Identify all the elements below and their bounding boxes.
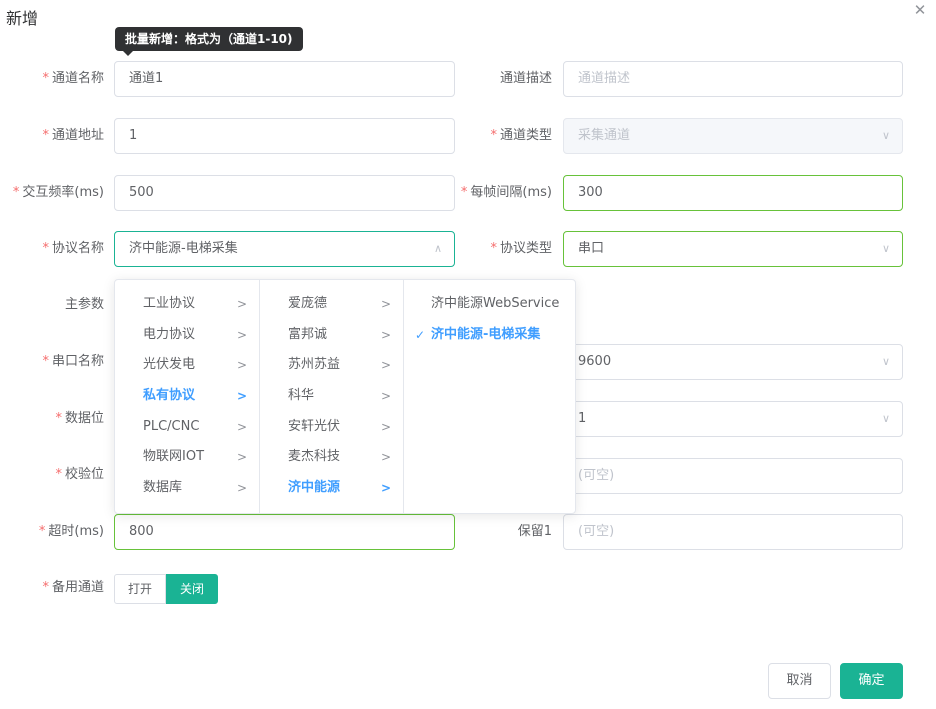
- batch-add-tooltip: 批量新增：格式为（通道1-10): [115, 27, 303, 56]
- serial-name-label: * 串口名称: [42, 354, 104, 369]
- chevron-right-icon: >: [380, 358, 391, 373]
- backup-on-button[interactable]: 打开: [114, 574, 167, 604]
- protocol-type-label: * 协议类型: [490, 241, 552, 256]
- chevron-right-icon: >: [236, 297, 247, 311]
- channel-name-label: * 通道名称: [42, 71, 104, 86]
- cascader-menu-protocol: 济中能源WebService ✓ 济中能源-电梯采集: [404, 280, 575, 513]
- frame-gap-label: * 每帧间隔(ms): [460, 185, 552, 200]
- cascader-item[interactable]: 电力协议 >: [115, 320, 259, 351]
- backup-off-button[interactable]: 关闭: [166, 574, 219, 604]
- chevron-right-icon: >: [236, 481, 247, 496]
- cascader-item[interactable]: 安轩光伏 >: [260, 412, 403, 443]
- chevron-down-icon: ∨: [881, 129, 891, 142]
- cascader-item[interactable]: 光伏发电 >: [115, 350, 259, 381]
- main-param-label: 主参数: [64, 297, 104, 312]
- backup-channel-toggle: 打开 关闭: [114, 574, 219, 604]
- cascader-item[interactable]: 济中能源WebService: [404, 289, 575, 320]
- cascader-item[interactable]: 数据库 >: [115, 473, 259, 504]
- chevron-right-icon: >: [236, 327, 247, 342]
- frame-gap-input[interactable]: 300: [563, 175, 903, 211]
- cascader-item[interactable]: 苏州苏益 >: [260, 350, 403, 381]
- chevron-down-icon: ∨: [881, 242, 891, 255]
- dialog-title: 新增: [6, 9, 39, 28]
- channel-type-select: 采集通道 ∨: [563, 118, 903, 154]
- chevron-right-icon: >: [236, 419, 247, 434]
- protocol-name-select[interactable]: 济中能源-电梯采集 ∧: [114, 231, 455, 267]
- chevron-right-icon: >: [380, 481, 391, 496]
- cascader-item[interactable]: PLC/CNC >: [115, 412, 259, 443]
- cascader-item[interactable]: 科华 >: [260, 381, 403, 412]
- chevron-right-icon: >: [236, 389, 247, 404]
- protocol-cascader-dropdown: 工业协议 > 电力协议 > 光伏发电 > 私有协议 > PLC/CNC > 物联网IOT >…: [114, 279, 576, 514]
- channel-addr-label: * 通道地址: [42, 128, 104, 143]
- channel-addr-input[interactable]: 1: [114, 118, 455, 154]
- reserved0-input[interactable]: (可空): [563, 458, 903, 494]
- backup-channel-label: * 备用通道: [42, 580, 104, 595]
- interval-label: * 交互频率(ms): [12, 185, 104, 200]
- chevron-right-icon: >: [380, 327, 391, 342]
- cascader-item-active[interactable]: 私有协议 >: [115, 381, 259, 412]
- cascader-item[interactable]: 爱庞德 >: [260, 289, 403, 320]
- cascader-item[interactable]: 工业协议 >: [115, 289, 259, 320]
- cascader-menu-vendor: 爱庞德 > 富邦诚 > 苏州苏益 > 科华 > 安轩光伏 > 麦杰科技 > 济中能源 >: [260, 280, 404, 513]
- reserved1-label: 保留1: [517, 524, 552, 539]
- channel-desc-input[interactable]: 通道描述: [563, 61, 903, 97]
- chevron-down-icon: ∨: [881, 412, 891, 425]
- channel-desc-label: 通道描述: [499, 71, 552, 86]
- parity-label: * 校验位: [55, 467, 104, 482]
- chevron-right-icon: >: [380, 297, 391, 311]
- protocol-type-select[interactable]: 串口 ∨: [563, 231, 903, 267]
- confirm-button[interactable]: 确定: [840, 663, 903, 699]
- timeout-label: * 超时(ms): [38, 524, 104, 539]
- channel-type-label: * 通道类型: [490, 128, 552, 143]
- chevron-right-icon: >: [236, 358, 247, 373]
- cascader-item[interactable]: 富邦诚 >: [260, 320, 403, 351]
- close-icon[interactable]: ✕: [912, 2, 928, 18]
- data-bits-label: * 数据位: [55, 411, 104, 426]
- chevron-up-icon: ∧: [433, 242, 443, 255]
- chevron-right-icon: >: [380, 389, 391, 404]
- chevron-right-icon: >: [380, 450, 391, 465]
- stop-bits-select[interactable]: 1 ∨: [563, 401, 903, 437]
- cascader-item-selected[interactable]: ✓ 济中能源-电梯采集: [404, 320, 575, 351]
- cascader-item[interactable]: 物联网IOT >: [115, 442, 259, 473]
- timeout-input[interactable]: 800: [114, 514, 455, 550]
- chevron-down-icon: ∨: [881, 355, 891, 368]
- interval-input[interactable]: 500: [114, 175, 455, 211]
- cancel-button[interactable]: 取消: [768, 663, 831, 699]
- channel-name-input[interactable]: 通道1: [114, 61, 455, 97]
- protocol-name-label: * 协议名称: [42, 241, 104, 256]
- cascader-menu-category: 工业协议 > 电力协议 > 光伏发电 > 私有协议 > PLC/CNC > 物联网IOT >…: [115, 280, 260, 513]
- reserved1-input[interactable]: (可空): [563, 514, 903, 550]
- cascader-item-active[interactable]: 济中能源 >: [260, 473, 403, 504]
- cascader-item[interactable]: 麦杰科技 >: [260, 442, 403, 473]
- baud-rate-select[interactable]: 9600 ∨: [563, 344, 903, 380]
- check-icon: ✓: [415, 327, 426, 342]
- chevron-right-icon: >: [236, 450, 247, 465]
- chevron-right-icon: >: [380, 419, 391, 434]
